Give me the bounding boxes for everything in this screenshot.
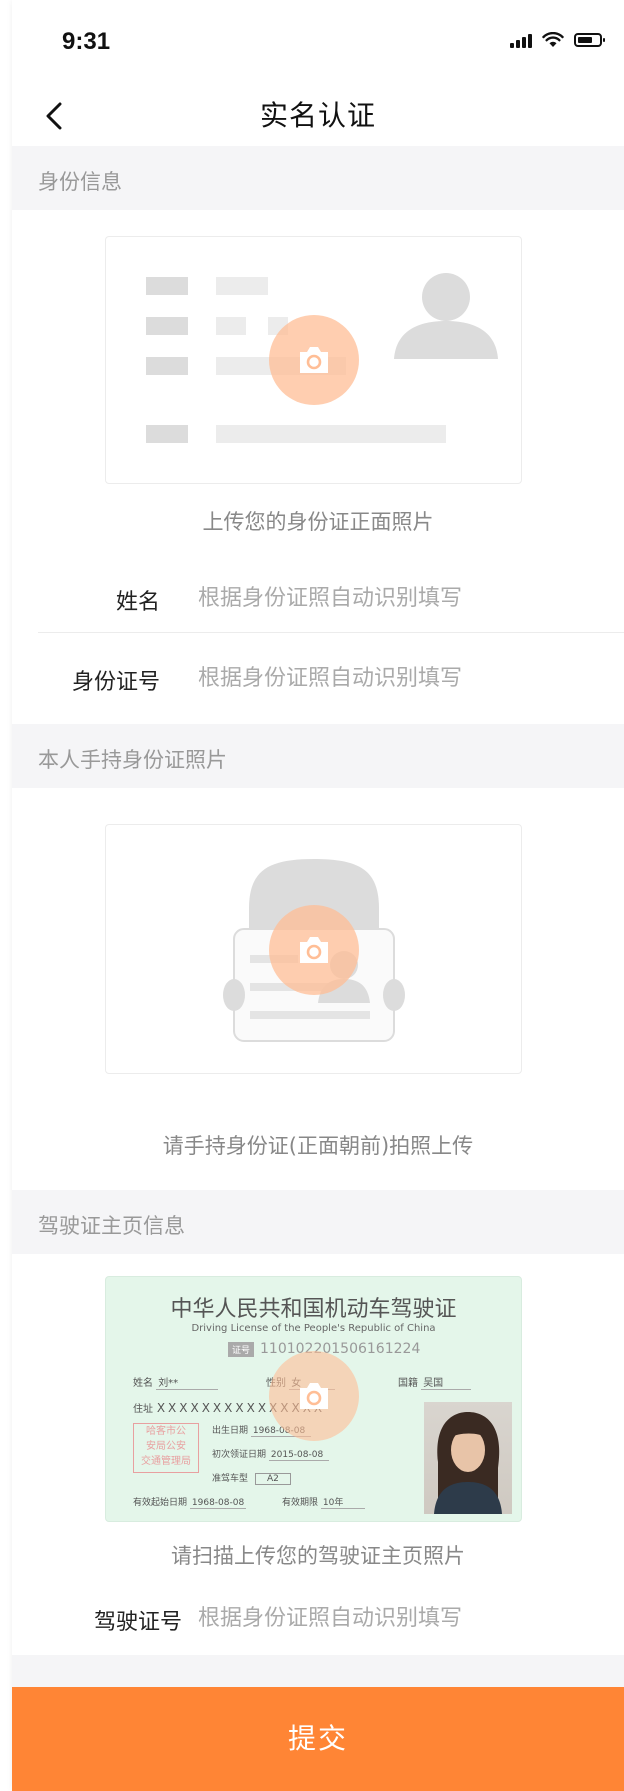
nav-bar: 实名认证 (12, 88, 624, 146)
section-header-license: 驾驶证主页信息 (12, 1190, 624, 1254)
camera-icon (300, 937, 328, 963)
id-number-input[interactable] (198, 658, 578, 698)
license-valid-from-value: 1968-08-08 (189, 1498, 247, 1509)
hold-id-upload[interactable] (105, 824, 522, 1074)
submit-button[interactable]: 提交 (12, 1687, 624, 1791)
license-photo (424, 1402, 512, 1514)
license-seal: 哈客市公 安局公安 交通管理局 (133, 1423, 199, 1473)
license-title: 中华人民共和国机动车驾驶证 (170, 1297, 457, 1322)
divider (38, 632, 624, 633)
wifi-icon (542, 32, 564, 47)
license-number-input[interactable] (198, 1598, 578, 1638)
page: 9:31 实名认证 身份信息 上传您的身份证正面照片 姓名 根据身份证照自动识别… (12, 0, 624, 1791)
id-number-label: 身份证号 (71, 670, 160, 695)
section-title: 身份信息 (38, 170, 122, 194)
status-icons (510, 32, 605, 48)
license-address-label: 住址 (133, 1404, 153, 1415)
seal-line: 安局公安 (146, 1441, 186, 1452)
license-valid-from-row: 有效起始日期 1968-08-08 (133, 1495, 247, 1509)
name-input[interactable] (198, 578, 578, 618)
camera-upload-button[interactable] (269, 905, 359, 995)
license-number-tag: 证号 (228, 1341, 255, 1357)
license-first-issue-value: 2015-08-08 (268, 1450, 329, 1461)
license-subtitle: Driving License of the People's Republic… (191, 1323, 436, 1334)
section-title: 驾驶证主页信息 (38, 1214, 185, 1238)
license-upload[interactable]: 中华人民共和国机动车驾驶证 Driving License of the Peo… (105, 1276, 522, 1522)
license-name-value: 刘** (156, 1374, 219, 1390)
license-nationality-value: 吴国 (421, 1374, 472, 1390)
license-valid-period-value: 10年 (320, 1495, 365, 1509)
camera-icon (300, 1383, 328, 1409)
bottom-spacer (12, 1655, 624, 1687)
license-birth-label: 出生日期 (212, 1426, 249, 1436)
license-name-label: 姓名 (133, 1378, 153, 1389)
license-class-label: 准驾车型 (212, 1474, 249, 1484)
hold-id-caption: 请手持身份证(正面朝前)拍照上传 (162, 1134, 474, 1158)
license-valid-period-label: 有效期限 (282, 1498, 319, 1508)
name-label: 姓名 (115, 590, 160, 615)
camera-upload-button[interactable] (269, 315, 359, 405)
seal-line: 交通管理局 (141, 1456, 191, 1467)
page-title: 实名认证 (259, 99, 376, 132)
signal-icon (510, 32, 532, 48)
license-number-value: 110102201506161224 (260, 1341, 421, 1357)
seal-line: 哈客市公 (146, 1426, 186, 1437)
battery-icon (574, 33, 605, 47)
license-first-issue-label: 初次领证日期 (212, 1450, 267, 1460)
license-nationality-row: 国籍 吴国 (398, 1374, 472, 1390)
license-name-row: 姓名 刘** (133, 1374, 219, 1390)
license-first-issue-row: 初次领证日期 2015-08-08 (212, 1447, 329, 1461)
status-bar: 9:31 (12, 0, 624, 88)
portrait-placeholder (434, 1412, 502, 1514)
section-title: 本人手持身份证照片 (38, 748, 227, 772)
license-class-value: A2 (254, 1473, 291, 1485)
camera-upload-button[interactable] (269, 1351, 359, 1441)
id-card-upload[interactable] (105, 236, 522, 484)
license-valid-period-row: 有效期限 10年 (282, 1495, 365, 1509)
section-header-hold-id: 本人手持身份证照片 (12, 724, 624, 788)
license-valid-from-label: 有效起始日期 (133, 1498, 188, 1508)
status-time: 9:31 (62, 28, 111, 55)
license-nationality-label: 国籍 (398, 1378, 418, 1389)
camera-icon (300, 347, 328, 373)
license-number-label: 驾驶证号 (93, 1610, 182, 1635)
id-upload-caption: 上传您的身份证正面照片 (202, 510, 434, 534)
license-class-row: 准驾车型 A2 (212, 1471, 291, 1485)
license-upload-caption: 请扫描上传您的驾驶证主页照片 (171, 1544, 465, 1568)
section-header-id-info: 身份信息 (12, 146, 624, 210)
